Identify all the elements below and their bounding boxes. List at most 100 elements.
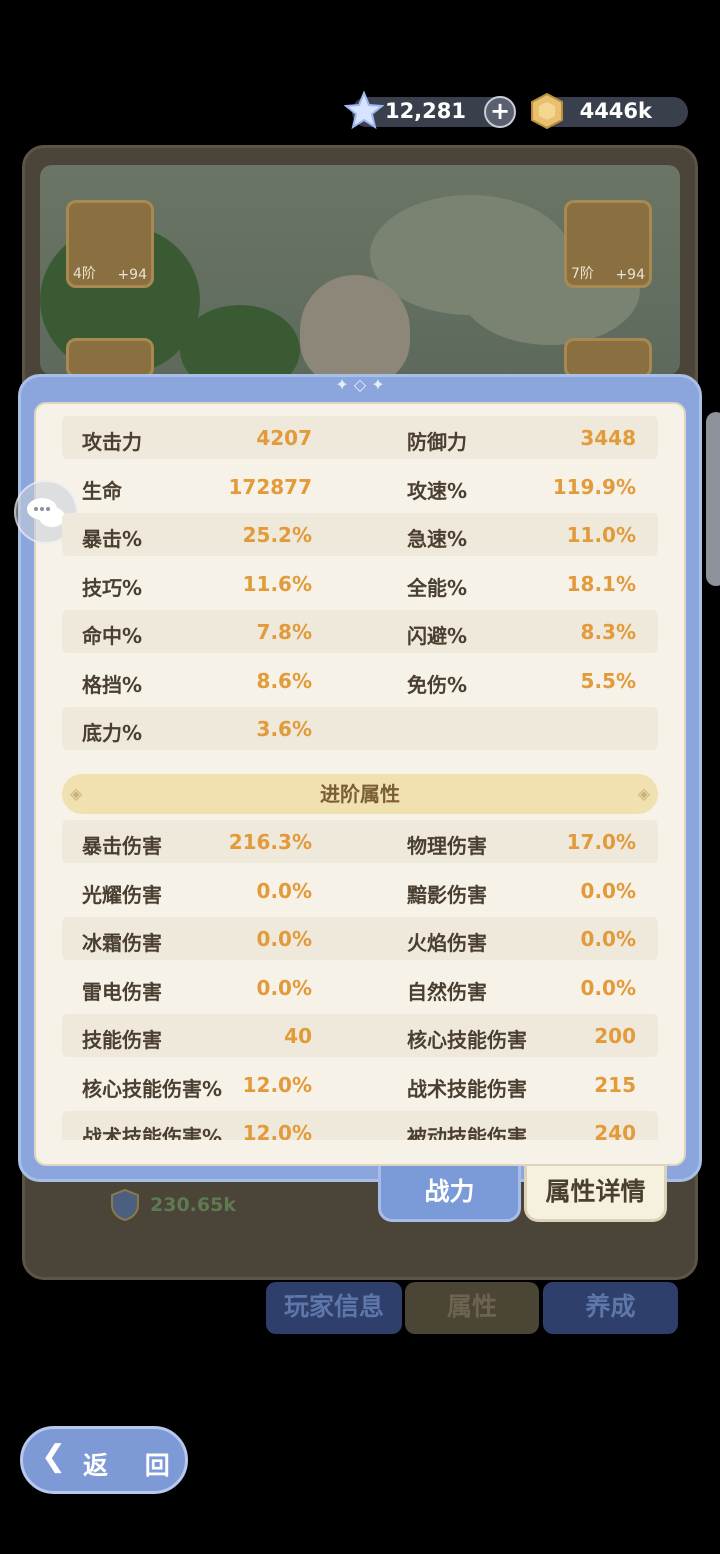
stat-value: 0.0% (580, 976, 636, 1000)
stat-row: 冰霜伤害 0.0% 火焰伤害 0.0% (62, 917, 658, 960)
stat-value: 25.2% (242, 523, 312, 547)
stat-value: 8.3% (580, 620, 636, 644)
stat-label: 光耀伤害 (82, 883, 162, 907)
stat-row: 命中% 7.8% 闪避% 8.3% (62, 610, 658, 653)
gem-counter: 12,281 + (344, 91, 516, 130)
stat-label: 闪避% (407, 624, 468, 648)
stat-label: 物理伤害 (407, 834, 487, 858)
stat-value: 0.0% (256, 879, 312, 903)
gold-counter: 4446k (531, 92, 688, 130)
equip-tier: 4阶 (73, 266, 96, 282)
power-display: 230.65k (108, 1188, 236, 1222)
stat-label: 急速% (407, 527, 468, 551)
equip-tier: 7阶 (571, 266, 594, 282)
diamond-icon: ◈ (70, 784, 83, 803)
stat-value: 11.6% (242, 572, 312, 596)
stat-value: 200 (594, 1024, 636, 1048)
stat-row: 技巧% 11.6% 全能% 18.1% (62, 562, 658, 605)
hero-portrait (300, 275, 410, 385)
stat-row: 暴击伤害 216.3% 物理伤害 17.0% (62, 820, 658, 863)
power-value: 230.65k (150, 1194, 236, 1216)
equip-slot-left-2[interactable] (66, 338, 154, 378)
stat-label: 冰霜伤害 (82, 931, 162, 955)
stat-value: 4207 (256, 426, 312, 450)
stat-value: 3448 (580, 426, 636, 450)
stat-label: 免伤% (407, 673, 468, 697)
stat-row: 雷电伤害 0.0% 自然伤害 0.0% (62, 966, 658, 1009)
stat-row: 格挡% 8.6% 免伤% 5.5% (62, 659, 658, 702)
equip-plus: +94 (615, 267, 645, 283)
stat-row: 战术技能伤害% 12.0% 被动技能伤害 240 (62, 1111, 658, 1140)
section-title: 进阶属性 (320, 782, 400, 806)
stat-label: 战术技能伤害% (82, 1125, 223, 1140)
stat-row: 技能伤害 40 核心技能伤害 200 (62, 1014, 658, 1057)
tab-power[interactable]: 战力 (378, 1166, 521, 1222)
stat-value: 40 (284, 1024, 312, 1048)
stat-label: 暴击% (82, 527, 143, 551)
stat-value: 119.9% (552, 475, 636, 499)
stat-value: 0.0% (580, 927, 636, 951)
add-gems-button[interactable]: + (484, 96, 516, 128)
stat-row: 生命 172877 攻速% 119.9% (62, 465, 658, 508)
tab-player-info[interactable]: 玩家信息 (266, 1282, 402, 1334)
shield-icon (111, 1188, 139, 1222)
equip-slot-right-2[interactable] (564, 338, 652, 378)
stat-label: 暴击伤害 (82, 834, 162, 858)
stat-value: 216.3% (228, 830, 312, 854)
gem-count: 12,281 (384, 99, 466, 123)
tab-attributes[interactable]: 属性 (405, 1282, 539, 1334)
stat-label: 攻击力 (82, 430, 142, 454)
stat-label: 全能% (407, 576, 468, 600)
tab-attribute-details[interactable]: 属性详情 (524, 1166, 667, 1222)
stat-row: 底力% 3.6% (62, 707, 658, 750)
stat-row: 暴击% 25.2% 急速% 11.0% (62, 513, 658, 556)
stat-label: 雷电伤害 (82, 980, 162, 1004)
stat-label: 战术技能伤害 (407, 1077, 527, 1101)
stat-value: 0.0% (256, 927, 312, 951)
stat-label: 攻速% (407, 479, 468, 503)
stat-label: 命中% (82, 624, 143, 648)
stat-value: 12.0% (242, 1073, 312, 1097)
coin-icon (531, 92, 563, 130)
ornament-icon: ✦ ◇ ✦ (335, 375, 385, 394)
star-gem-icon (344, 91, 384, 130)
stat-value: 215 (594, 1073, 636, 1097)
stat-label: 被动技能伤害 (407, 1125, 527, 1140)
stat-value: 11.0% (566, 523, 636, 547)
stat-label: 格挡% (82, 673, 143, 697)
stat-label: 黯影伤害 (407, 883, 487, 907)
stat-value: 240 (594, 1121, 636, 1140)
stats-scroll-area[interactable]: 攻击力 4207 防御力 3448 生命 172877 攻速% 119.9% 暴… (62, 416, 658, 1140)
equip-slot-weapon[interactable]: 4阶 +94 (66, 200, 154, 288)
stat-value: 7.8% (256, 620, 312, 644)
stat-value: 0.0% (256, 976, 312, 1000)
diamond-icon: ◈ (637, 784, 650, 803)
stat-row: 光耀伤害 0.0% 黯影伤害 0.0% (62, 869, 658, 912)
side-drawer-handle[interactable] (706, 412, 720, 586)
stat-value: 172877 (228, 475, 313, 499)
stat-label: 核心技能伤害% (82, 1077, 223, 1101)
stat-value: 3.6% (256, 717, 312, 741)
stat-value: 8.6% (256, 669, 312, 693)
stat-row: 攻击力 4207 防御力 3448 (62, 416, 658, 459)
gold-count: 4446k (579, 99, 652, 123)
tab-growth[interactable]: 养成 (543, 1282, 678, 1334)
stat-label: 技能伤害 (82, 1028, 162, 1052)
advanced-attributes-header: ◈ 进阶属性 ◈ (62, 774, 658, 814)
stat-label: 核心技能伤害 (407, 1028, 527, 1052)
stat-label: 底力% (82, 721, 143, 745)
stat-label: 防御力 (407, 430, 467, 454)
equip-plus: +94 (117, 267, 147, 283)
equip-slot-helmet[interactable]: 7阶 +94 (564, 200, 652, 288)
stat-label: 自然伤害 (407, 980, 487, 1004)
stat-label: 生命 (82, 479, 122, 503)
back-button-label: 返 回 (83, 1451, 184, 1480)
back-arrow-icon: ❮ (41, 1439, 67, 1474)
stat-value: 12.0% (242, 1121, 312, 1140)
back-button[interactable]: ❮ 返 回 (20, 1426, 188, 1494)
stat-value: 5.5% (580, 669, 636, 693)
stat-row: 核心技能伤害% 12.0% 战术技能伤害 215 (62, 1063, 658, 1106)
stat-value: 18.1% (566, 572, 636, 596)
stat-label: 火焰伤害 (407, 931, 487, 955)
stat-value: 17.0% (566, 830, 636, 854)
